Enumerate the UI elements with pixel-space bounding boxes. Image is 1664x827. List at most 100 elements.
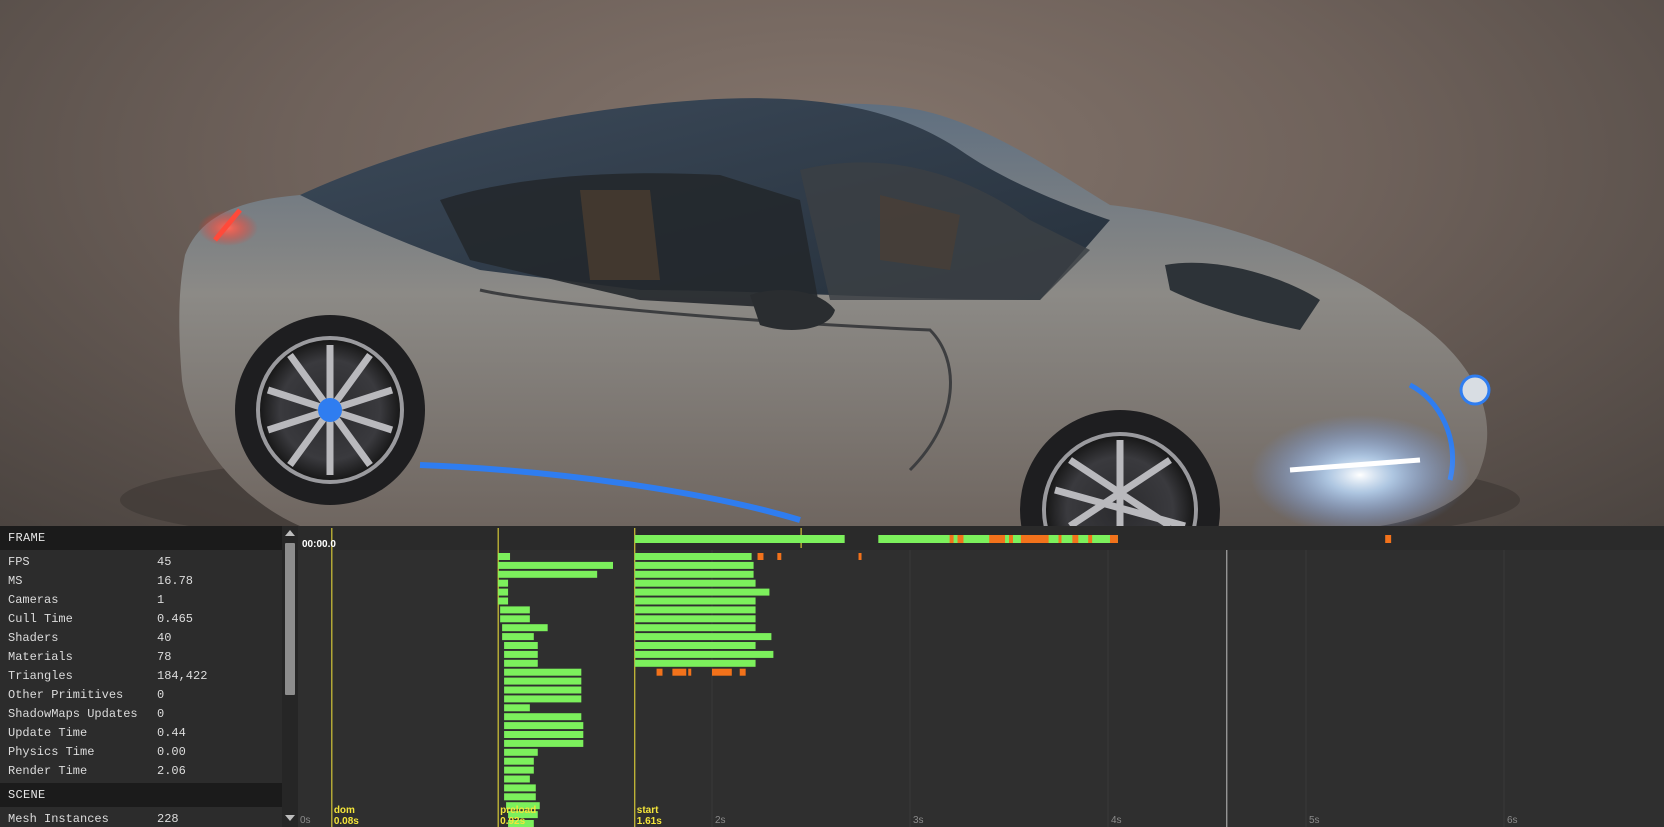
stat-value: 0.44 (157, 726, 186, 740)
preload-bar (504, 713, 582, 721)
event-name-label: start (636, 805, 659, 816)
stat-value: 0 (157, 707, 165, 721)
stat-label: Other Primitives (8, 688, 124, 702)
start-bar (634, 606, 756, 614)
event-time-label: 1.61s (636, 816, 662, 827)
stat-row: Update Time 0.44 (0, 724, 282, 743)
preload-bar (504, 793, 536, 801)
stat-label: Materials (8, 650, 73, 664)
preload-bar (502, 624, 548, 632)
stat-row: Triangles 184,422 (0, 667, 282, 686)
stat-value: 1 (157, 593, 165, 607)
stat-row: Materials 78 (0, 648, 282, 667)
stat-value: 0.00 (157, 745, 186, 759)
top-track-hitch (949, 535, 954, 543)
profiler-timeline[interactable]: 00:00.0 dom 0.08s preload 0.92s start 1.61s 0s… (298, 526, 1664, 827)
start-bar (634, 570, 754, 578)
preload-bar (504, 668, 582, 676)
preload-bar (504, 677, 582, 685)
timeline-chart (331, 528, 1505, 827)
start-bar (634, 615, 756, 623)
start-hitch (688, 668, 692, 676)
top-track-hitch (1072, 535, 1079, 543)
top-track-hitch (989, 535, 1006, 543)
start-hitch (858, 553, 862, 560)
stat-value: 45 (157, 555, 172, 569)
stat-row: Cull Time 0.465 (0, 610, 282, 629)
stat-label: ShadowMaps Updates (8, 707, 138, 721)
stat-label: Physics Time (8, 745, 95, 759)
top-track-hitch (1088, 535, 1093, 543)
stat-value: 0.465 (157, 612, 194, 626)
event-name-label: preload (500, 805, 537, 816)
start-bar (634, 633, 772, 641)
stat-label: Triangles (8, 669, 73, 683)
second-tick-label: 4s (1111, 815, 1122, 826)
stat-row: Physics Time 0.00 (0, 743, 282, 762)
top-track-hitch (1020, 535, 1049, 543)
stat-row: Cameras 1 (0, 591, 282, 610)
scroll-up-arrow-icon[interactable] (285, 530, 295, 536)
section-header-frame[interactable]: FRAME (0, 526, 282, 550)
preload-bar (498, 561, 613, 569)
preload-bar (500, 606, 530, 614)
event-time-label: 0.08s (333, 816, 359, 827)
stat-label: Cull Time (8, 612, 73, 626)
car-render (120, 98, 1520, 526)
top-track-hitch (1009, 535, 1013, 543)
start-bar (634, 553, 752, 560)
stat-label: MS (8, 574, 23, 588)
start-bar (634, 561, 754, 569)
start-bar (634, 642, 756, 649)
stat-row: Mesh Instances 228 (0, 810, 282, 827)
scrollbar-thumb[interactable] (285, 543, 295, 695)
second-tick-label: 5s (1309, 815, 1320, 826)
start-hitch (777, 553, 782, 560)
preload-bar (500, 615, 530, 623)
stat-value: 40 (157, 631, 172, 645)
top-track-hitch (957, 535, 964, 543)
stat-row: MS 16.78 (0, 572, 282, 591)
stat-label: FPS (8, 555, 30, 569)
start-hitch (656, 668, 663, 676)
preload-bar (504, 748, 538, 756)
stat-row: Shaders 40 (0, 629, 282, 648)
top-track-hitch (1058, 535, 1062, 543)
stat-row: Other Primitives 0 (0, 686, 282, 705)
start-bar (634, 579, 756, 587)
event-name-label: dom (333, 805, 355, 816)
stat-value: 78 (157, 650, 172, 664)
scroll-down-arrow-icon[interactable] (285, 815, 295, 821)
start-bar (634, 588, 770, 596)
stat-row: FPS 45 (0, 553, 282, 572)
stat-label: Render Time (8, 764, 88, 778)
preload-bar (498, 597, 509, 605)
start-bar (634, 659, 756, 667)
preload-bar (498, 553, 511, 560)
preload-bar (504, 650, 538, 658)
timeline-clock: 00:00.0 (302, 539, 336, 550)
preload-bar (502, 633, 534, 641)
preload-bar (504, 739, 584, 747)
stat-value: 228 (157, 812, 179, 826)
start-bar (634, 650, 774, 658)
stats-list: FRAME FPS 45 MS 16.78 Cameras 1 Cull Time 0.465 S… (0, 526, 282, 827)
preload-bar (504, 642, 538, 649)
stat-value: 16.78 (157, 574, 194, 588)
preload-bar (504, 686, 582, 694)
start-hitch (757, 553, 764, 560)
stats-scrollbar[interactable] (282, 526, 298, 827)
preload-bar (498, 588, 509, 596)
second-tick-label: 6s (1507, 815, 1518, 826)
preload-bar (504, 766, 534, 774)
preload-bar (504, 695, 582, 703)
scene-viewport[interactable] (0, 0, 1664, 526)
stats-panel[interactable]: FRAME FPS 45 MS 16.78 Cameras 1 Cull Time 0.465 S… (0, 526, 282, 827)
start-hitch (739, 668, 746, 676)
stat-value: 0 (157, 688, 165, 702)
stat-value: 2.06 (157, 764, 186, 778)
preload-bar (498, 579, 509, 587)
top-track-span (634, 535, 845, 543)
second-tick-label: 3s (913, 815, 924, 826)
section-header-scene[interactable]: SCENE (0, 783, 282, 807)
